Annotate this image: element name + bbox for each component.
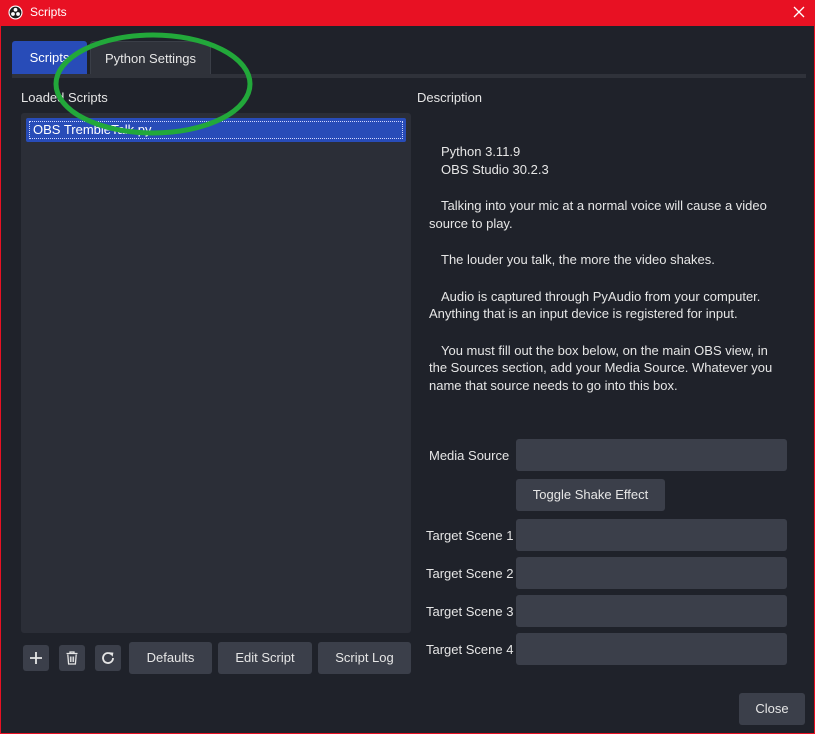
- target-scene-3-label: Target Scene 3: [426, 604, 514, 619]
- description-line: You must fill out the box below, on the …: [441, 343, 768, 358]
- description-line: OBS Studio 30.2.3: [441, 162, 549, 177]
- target-scene-1-input[interactable]: [516, 519, 787, 551]
- media-source-label: Media Source: [429, 448, 510, 463]
- plus-icon: [30, 652, 42, 664]
- add-script-button[interactable]: [23, 645, 49, 671]
- scripts-dialog: Scripts Python Settings Loaded Scripts O…: [1, 26, 814, 733]
- title-bar: Scripts: [0, 0, 815, 26]
- target-scene-2-input[interactable]: [516, 557, 787, 589]
- description-line: the Sources section, add your Media Sour…: [429, 360, 773, 375]
- description-line: The louder you talk, the more the video …: [441, 252, 715, 267]
- target-scene-1-label: Target Scene 1: [426, 528, 514, 543]
- edit-script-button[interactable]: Edit Script: [218, 642, 312, 674]
- window-title: Scripts: [30, 5, 67, 19]
- reload-script-button[interactable]: [95, 645, 121, 671]
- annotation-circle: [53, 32, 253, 136]
- description-line: Python 3.11.9: [441, 144, 521, 159]
- target-scene-4-input[interactable]: [516, 633, 787, 665]
- description-line: Anything that is an input device is regi…: [429, 306, 738, 321]
- defaults-button[interactable]: Defaults: [129, 642, 212, 674]
- description-line: source to play.: [429, 216, 513, 231]
- target-scene-4-label: Target Scene 4: [426, 642, 514, 657]
- close-button[interactable]: Close: [739, 693, 805, 725]
- script-log-button[interactable]: Script Log: [318, 642, 411, 674]
- refresh-icon: [102, 652, 114, 664]
- remove-script-button[interactable]: [59, 645, 85, 671]
- obs-logo-icon: [8, 5, 23, 20]
- script-list[interactable]: OBS TrembleTalk.py: [21, 113, 411, 633]
- description-line: name that source needs to go into this b…: [429, 378, 678, 393]
- target-scene-3-input[interactable]: [516, 595, 787, 627]
- trash-icon: [66, 651, 78, 665]
- description-line: Talking into your mic at a normal voice …: [441, 198, 767, 213]
- description-label: Description: [417, 90, 483, 105]
- close-window-icon[interactable]: [791, 4, 807, 20]
- target-scene-2-label: Target Scene 2: [426, 566, 514, 581]
- toggle-shake-effect-button[interactable]: Toggle Shake Effect: [516, 479, 665, 511]
- description-line: Audio is captured through PyAudio from y…: [441, 289, 761, 304]
- media-source-input[interactable]: [516, 439, 787, 471]
